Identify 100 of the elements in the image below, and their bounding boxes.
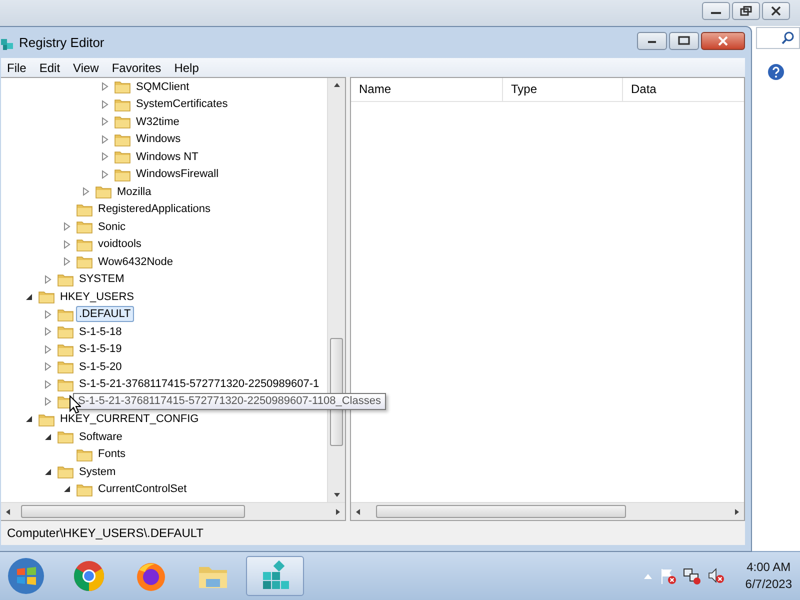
- minimize-button[interactable]: [637, 32, 667, 50]
- tree-item[interactable]: SQMClient: [133, 78, 192, 95]
- folder-icon: [114, 114, 131, 130]
- scroll-up-icon[interactable]: [332, 82, 340, 88]
- folder-icon: [76, 219, 93, 234]
- folder-icon: [76, 446, 93, 462]
- folder-icon: [57, 464, 74, 480]
- tree-item[interactable]: WindowsFirewall: [133, 166, 222, 182]
- folder-icon: [57, 359, 74, 374]
- tree-item[interactable]: Sonic: [95, 218, 129, 235]
- scroll-left-icon[interactable]: [5, 508, 11, 516]
- expand-icon[interactable]: [63, 257, 71, 266]
- tree-item[interactable]: Mozilla: [114, 184, 154, 200]
- scroll-down-icon[interactable]: [332, 492, 340, 498]
- column-header[interactable]: Type: [503, 78, 623, 101]
- folder-icon: [57, 272, 74, 287]
- scrollbar-thumb[interactable]: [21, 505, 244, 518]
- maximize-button[interactable]: [669, 32, 699, 50]
- help-icon[interactable]: [767, 63, 785, 81]
- tree-item[interactable]: S-1-5-20: [76, 358, 125, 375]
- expand-icon[interactable]: [44, 344, 52, 354]
- folder-icon: [114, 149, 131, 164]
- tree-item[interactable]: SystemCertificates: [133, 96, 231, 112]
- tree-item[interactable]: HKEY_USERS: [57, 288, 137, 305]
- folder-icon: [76, 482, 93, 497]
- search-field[interactable]: [756, 27, 800, 49]
- flag-icon[interactable]: [659, 567, 678, 585]
- tree-item[interactable]: Fonts: [95, 446, 129, 462]
- expand-icon[interactable]: [101, 170, 109, 179]
- tree-item[interactable]: SYSTEM: [76, 271, 128, 288]
- network-icon[interactable]: [683, 567, 702, 585]
- tree-item[interactable]: .DEFAULT: [76, 306, 134, 322]
- scroll-right-icon[interactable]: [335, 508, 341, 516]
- tree-item[interactable]: voidtools: [95, 236, 144, 252]
- close-button[interactable]: [762, 2, 790, 20]
- tree-item[interactable]: S-1-5-19: [76, 341, 125, 358]
- window-title: Registry Editor: [19, 35, 104, 50]
- tree-item[interactable]: Windows: [133, 131, 184, 148]
- collapse-icon[interactable]: [63, 485, 71, 494]
- clock[interactable]: 4:00 AM 6/7/2023: [745, 559, 792, 593]
- folder-icon: [95, 184, 112, 200]
- scrollbar-thumb[interactable]: [376, 505, 626, 518]
- folder-icon: [38, 412, 55, 427]
- expand-icon[interactable]: [101, 82, 109, 92]
- menu-item[interactable]: View: [67, 60, 106, 74]
- collapse-icon[interactable]: [44, 432, 52, 441]
- folder-icon: [76, 202, 93, 217]
- tree-item[interactable]: S-1-5-21-3768117415-572771320-2250989607-1: [76, 376, 322, 392]
- folder-icon: [114, 132, 131, 147]
- expand-icon[interactable]: [101, 152, 109, 162]
- tree-item[interactable]: CurrentControlSet: [95, 481, 190, 498]
- menu-item[interactable]: File: [1, 60, 34, 74]
- speaker-muted-icon[interactable]: [707, 567, 726, 585]
- tree-item[interactable]: S-1-5-18: [76, 324, 125, 340]
- column-header[interactable]: Name: [351, 78, 503, 101]
- folder-icon: [114, 166, 131, 182]
- folder-icon: [76, 236, 93, 252]
- expand-icon[interactable]: [101, 134, 109, 144]
- collapse-icon[interactable]: [25, 415, 33, 424]
- collapse-icon[interactable]: [25, 292, 33, 301]
- tree-item[interactable]: W32time: [133, 114, 182, 130]
- expand-icon[interactable]: [63, 222, 71, 232]
- folder-icon: [114, 79, 131, 94]
- horizontal-scrollbar[interactable]: [351, 502, 744, 520]
- clock-time: 4:00 AM: [746, 559, 791, 576]
- taskbar-button[interactable]: [246, 556, 304, 596]
- expand-icon[interactable]: [63, 240, 71, 249]
- expand-icon[interactable]: [82, 187, 90, 196]
- folder-icon: [76, 254, 93, 270]
- tree-item[interactable]: System: [76, 464, 119, 480]
- tree-item[interactable]: Wow6432Node: [95, 254, 176, 270]
- minimize-button[interactable]: [702, 2, 730, 20]
- expand-icon[interactable]: [44, 327, 52, 336]
- scroll-left-icon[interactable]: [355, 508, 361, 516]
- close-button[interactable]: [701, 32, 745, 50]
- folder-icon: [57, 429, 74, 444]
- tree-item[interactable]: RegisteredApplications: [95, 201, 214, 218]
- menu-item[interactable]: Edit: [33, 60, 68, 74]
- expand-icon[interactable]: [44, 362, 52, 372]
- expand-icon[interactable]: [44, 380, 52, 389]
- expand-icon[interactable]: [101, 117, 109, 126]
- restore-button[interactable]: [732, 2, 760, 20]
- folder-icon: [57, 324, 74, 340]
- expand-icon[interactable]: [101, 100, 109, 109]
- tree-item[interactable]: Software: [76, 428, 126, 445]
- collapse-icon[interactable]: [44, 468, 52, 476]
- tree-item[interactable]: Windows NT: [133, 148, 202, 165]
- column-header[interactable]: Data: [623, 78, 744, 101]
- expand-icon[interactable]: [44, 397, 52, 406]
- horizontal-scrollbar[interactable]: [1, 502, 345, 520]
- menu-item[interactable]: Help: [168, 60, 206, 74]
- restore-icon: [740, 6, 752, 16]
- scroll-right-icon[interactable]: [734, 508, 740, 516]
- expand-icon[interactable]: [44, 310, 52, 319]
- tree-item[interactable]: HKEY_CURRENT_CONFIG: [57, 411, 202, 428]
- menu-item[interactable]: Favorites: [106, 60, 168, 74]
- close-icon: [770, 6, 782, 16]
- expand-icon[interactable]: [44, 274, 52, 284]
- start-orb-icon[interactable]: [6, 556, 46, 596]
- folder-icon: [57, 376, 74, 392]
